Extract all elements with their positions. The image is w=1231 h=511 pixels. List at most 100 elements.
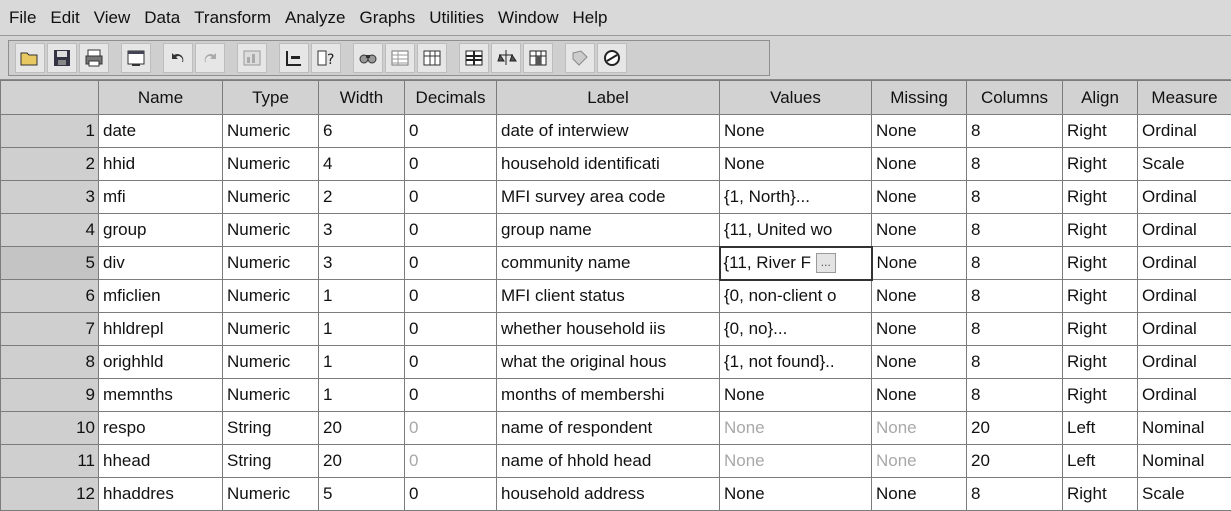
missing-cell[interactable]: None (872, 478, 967, 511)
type-cell[interactable]: Numeric (223, 313, 319, 346)
col-header-name[interactable]: Name (99, 81, 223, 115)
missing-cell[interactable]: None (872, 247, 967, 280)
decimals-cell[interactable]: 0 (405, 214, 497, 247)
row-number[interactable]: 10 (1, 412, 99, 445)
width-cell[interactable]: 3 (319, 247, 405, 280)
decimals-cell[interactable]: 0 (405, 313, 497, 346)
label-cell[interactable]: MFI client status (497, 280, 720, 313)
dialog-recall-icon[interactable] (121, 43, 151, 73)
missing-cell[interactable]: None (872, 379, 967, 412)
values-cell[interactable]: {0, no}... (720, 313, 872, 346)
width-cell[interactable]: 4 (319, 148, 405, 181)
measure-cell[interactable]: Ordinal (1138, 115, 1231, 148)
name-cell[interactable]: hhid (99, 148, 223, 181)
open-icon[interactable] (15, 43, 45, 73)
missing-cell[interactable]: None (872, 115, 967, 148)
label-cell[interactable]: group name (497, 214, 720, 247)
decimals-cell[interactable]: 0 (405, 346, 497, 379)
missing-cell[interactable]: None (872, 412, 967, 445)
missing-cell[interactable]: None (872, 148, 967, 181)
decimals-cell[interactable]: 0 (405, 445, 497, 478)
measure-cell[interactable]: Nominal (1138, 445, 1231, 478)
type-cell[interactable]: Numeric (223, 115, 319, 148)
menu-edit[interactable]: Edit (43, 0, 86, 36)
columns-cell[interactable]: 20 (967, 412, 1063, 445)
menu-file[interactable]: File (2, 0, 43, 36)
find-icon[interactable] (353, 43, 383, 73)
values-cell[interactable]: {0, non-client o (720, 280, 872, 313)
measure-cell[interactable]: Ordinal (1138, 346, 1231, 379)
col-header-decimals[interactable]: Decimals (405, 81, 497, 115)
variables-icon[interactable]: ? (311, 43, 341, 73)
name-cell[interactable]: group (99, 214, 223, 247)
columns-cell[interactable]: 8 (967, 313, 1063, 346)
insert-case-icon[interactable] (385, 43, 415, 73)
type-cell[interactable]: Numeric (223, 214, 319, 247)
columns-cell[interactable]: 8 (967, 346, 1063, 379)
name-cell[interactable]: mfi (99, 181, 223, 214)
columns-cell[interactable]: 8 (967, 379, 1063, 412)
width-cell[interactable]: 3 (319, 214, 405, 247)
row-number[interactable]: 11 (1, 445, 99, 478)
type-cell[interactable]: String (223, 445, 319, 478)
name-cell[interactable]: mficlien (99, 280, 223, 313)
width-cell[interactable]: 20 (319, 412, 405, 445)
menu-data[interactable]: Data (137, 0, 187, 36)
split-file-icon[interactable] (459, 43, 489, 73)
undo-icon[interactable] (163, 43, 193, 73)
col-header-columns[interactable]: Columns (967, 81, 1063, 115)
row-number[interactable]: 6 (1, 280, 99, 313)
label-cell[interactable]: name of respondent (497, 412, 720, 445)
decimals-cell[interactable]: 0 (405, 148, 497, 181)
label-cell[interactable]: household address (497, 478, 720, 511)
col-header-width[interactable]: Width (319, 81, 405, 115)
measure-cell[interactable]: Scale (1138, 148, 1231, 181)
row-number[interactable]: 2 (1, 148, 99, 181)
type-cell[interactable]: String (223, 412, 319, 445)
columns-cell[interactable]: 8 (967, 181, 1063, 214)
type-cell[interactable]: Numeric (223, 478, 319, 511)
align-cell[interactable]: Right (1063, 280, 1138, 313)
label-cell[interactable]: community name (497, 247, 720, 280)
redo-icon[interactable] (195, 43, 225, 73)
label-cell[interactable]: date of interwiew (497, 115, 720, 148)
values-ellipsis-button[interactable]: ... (816, 253, 836, 273)
align-cell[interactable]: Right (1063, 247, 1138, 280)
align-cell[interactable]: Left (1063, 445, 1138, 478)
decimals-cell[interactable]: 0 (405, 379, 497, 412)
columns-cell[interactable]: 8 (967, 478, 1063, 511)
values-cell[interactable]: None (720, 379, 872, 412)
type-cell[interactable]: Numeric (223, 379, 319, 412)
row-number[interactable]: 8 (1, 346, 99, 379)
name-cell[interactable]: div (99, 247, 223, 280)
row-number[interactable]: 5 (1, 247, 99, 280)
name-cell[interactable]: hhead (99, 445, 223, 478)
decimals-cell[interactable]: 0 (405, 247, 497, 280)
row-number[interactable]: 4 (1, 214, 99, 247)
width-cell[interactable]: 2 (319, 181, 405, 214)
row-number[interactable]: 12 (1, 478, 99, 511)
type-cell[interactable]: Numeric (223, 280, 319, 313)
label-cell[interactable]: whether household iis (497, 313, 720, 346)
align-cell[interactable]: Right (1063, 181, 1138, 214)
values-cell[interactable]: {11, United wo (720, 214, 872, 247)
values-cell[interactable]: None (720, 412, 872, 445)
row-number[interactable]: 7 (1, 313, 99, 346)
align-cell[interactable]: Right (1063, 115, 1138, 148)
align-cell[interactable]: Right (1063, 346, 1138, 379)
decimals-cell[interactable]: 0 (405, 412, 497, 445)
width-cell[interactable]: 1 (319, 379, 405, 412)
measure-cell[interactable]: Ordinal (1138, 214, 1231, 247)
width-cell[interactable]: 5 (319, 478, 405, 511)
menu-view[interactable]: View (87, 0, 138, 36)
col-header-label[interactable]: Label (497, 81, 720, 115)
corner-cell[interactable] (1, 81, 99, 115)
align-cell[interactable]: Right (1063, 379, 1138, 412)
goto-chart-icon[interactable] (237, 43, 267, 73)
col-header-values[interactable]: Values (720, 81, 872, 115)
type-cell[interactable]: Numeric (223, 346, 319, 379)
columns-cell[interactable]: 8 (967, 280, 1063, 313)
values-cell[interactable]: None (720, 478, 872, 511)
width-cell[interactable]: 1 (319, 346, 405, 379)
row-number[interactable]: 9 (1, 379, 99, 412)
